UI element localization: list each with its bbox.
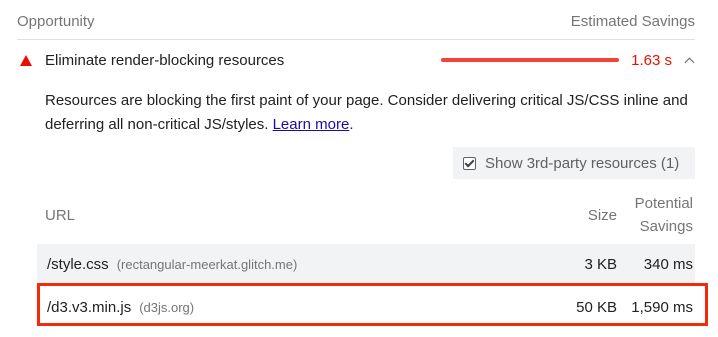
third-party-toggle[interactable]: Show 3rd-party resources (1): [453, 147, 695, 179]
resource-url[interactable]: /d3.v3.min.js: [47, 299, 131, 316]
audit-title: Eliminate render-blocking resources: [45, 51, 285, 69]
resource-url[interactable]: /style.css: [47, 256, 109, 273]
potential-savings-column-header: Potential Savings: [634, 195, 693, 235]
opportunity-header: Opportunity Estimated Savings: [17, 10, 695, 32]
resource-table: URL Size Potential Savings /style.css (re…: [37, 186, 695, 327]
size-column-header: Size: [587, 206, 617, 224]
description-period: .: [349, 116, 354, 133]
savings-cell: 340 ms: [643, 255, 693, 273]
estimated-savings-column-label: Estimated Savings: [570, 12, 695, 30]
audit-description: Resources are blocking the first paint o…: [45, 89, 695, 137]
audit-summary-row[interactable]: Eliminate render-blocking resources 1.63…: [17, 46, 695, 74]
savings-value: 1.63 s: [631, 51, 672, 69]
url-column-header: URL: [45, 206, 76, 224]
opportunity-column-label: Opportunity: [17, 12, 95, 30]
table-row: /style.css (rectangular-meerkat.glitch.me…: [37, 244, 695, 284]
resource-host: (d3js.org): [139, 299, 195, 315]
header-divider: [17, 39, 695, 40]
table-header: URL Size Potential Savings: [37, 186, 695, 244]
savings-bar: [441, 58, 620, 62]
size-cell: 50 KB: [576, 298, 617, 316]
url-cell: /style.css (rectangular-meerkat.glitch.me…: [37, 256, 551, 273]
third-party-label: Show 3rd-party resources (1): [485, 154, 680, 172]
savings-cell: 1,590 ms: [631, 298, 693, 316]
url-cell: /d3.v3.min.js (d3js.org): [37, 299, 551, 316]
size-cell: 3 KB: [584, 255, 617, 273]
fail-triangle-icon: [20, 54, 32, 66]
resource-host: (rectangular-meerkat.glitch.me): [116, 256, 298, 272]
table-row: /d3.v3.min.js (d3js.org) 50 KB 1,590 ms: [37, 287, 695, 327]
third-party-checkbox[interactable]: [463, 156, 476, 170]
chevron-up-icon[interactable]: [684, 57, 695, 67]
learn-more-link[interactable]: Learn more: [273, 116, 350, 133]
description-text: Resources are blocking the first paint o…: [45, 92, 688, 133]
